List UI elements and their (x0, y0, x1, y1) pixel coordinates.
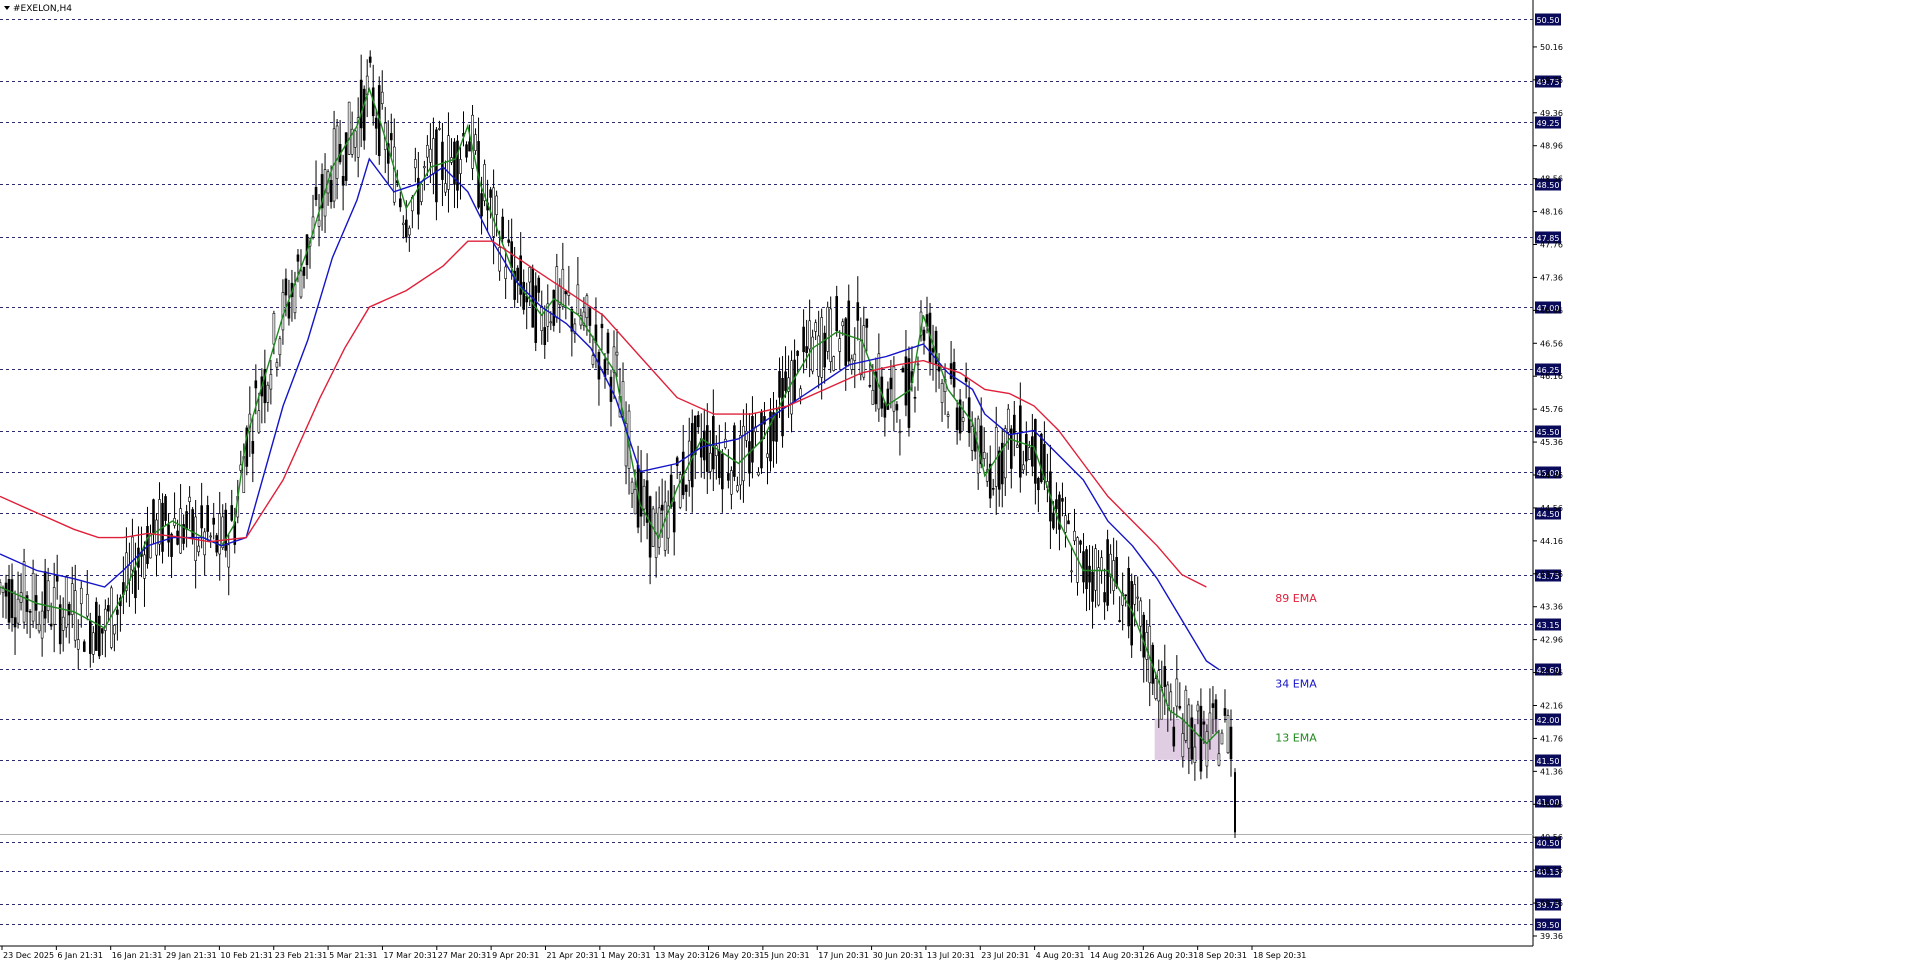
ema-label: 13 EMA (1275, 732, 1317, 745)
y-tick-label: 40.56 (1540, 833, 1563, 842)
level-price-box: 50.50 (1535, 13, 1561, 26)
x-tick-label: 27 Mar 20:31 (438, 951, 491, 960)
x-tick-label: 5 Mar 21:31 (329, 951, 377, 960)
y-tick-label: 39.36 (1540, 932, 1563, 941)
level-price-box: 45.50 (1535, 425, 1561, 438)
y-tick-label: 42.16 (1540, 702, 1563, 711)
candle (362, 85, 366, 150)
y-tick-label: 46.16 (1540, 372, 1563, 381)
y-tick-label: 45.76 (1540, 405, 1563, 414)
y-tick-label: 49.76 (1540, 76, 1563, 85)
candle (832, 355, 836, 372)
svg-text:42.00: 42.00 (1537, 716, 1560, 725)
level-price-box: 49.25 (1535, 116, 1561, 129)
candle (1127, 556, 1130, 639)
candle (1130, 573, 1133, 658)
candle (1226, 709, 1230, 754)
y-tick-label: 40.16 (1540, 866, 1563, 875)
chart-canvas[interactable]: 50.5049.7549.2548.5047.8547.0046.2545.50… (0, 0, 1916, 963)
y-tick-label: 43.76 (1540, 570, 1563, 579)
x-tick-label: 30 Jun 20:31 (873, 951, 924, 960)
candle (826, 301, 829, 360)
y-tick-label: 47.76 (1540, 241, 1563, 250)
x-tick-label: 23 Feb 21:31 (275, 951, 327, 960)
x-tick-label: 18 Sep 20:31 (1253, 951, 1306, 960)
symbol-title: #EXELON,H4 (13, 4, 72, 14)
candle (164, 493, 167, 526)
candle (347, 101, 351, 155)
y-tick-label: 43.36 (1540, 603, 1563, 612)
svg-text:49.25: 49.25 (1537, 119, 1560, 128)
x-tick-label: 14 Aug 20:31 (1090, 951, 1144, 960)
y-tick-label: 44.96 (1540, 471, 1563, 480)
candle (531, 264, 535, 328)
y-tick-label: 47.36 (1540, 273, 1563, 282)
y-tick-label: 39.76 (1540, 899, 1563, 908)
level-price-box: 42.00 (1535, 713, 1561, 726)
svg-text:45.50: 45.50 (1537, 428, 1560, 437)
x-tick-label: 21 Apr 20:31 (546, 951, 598, 960)
x-tick-label: 23 Dec 2025 (3, 951, 54, 960)
y-tick-label: 45.36 (1540, 438, 1563, 447)
candle (1184, 685, 1188, 744)
candle (1234, 768, 1236, 839)
y-tick-label: 46.96 (1540, 306, 1563, 315)
svg-text:39.50: 39.50 (1537, 921, 1560, 930)
y-tick-label: 44.56 (1540, 504, 1563, 513)
y-tick-label: 48.56 (1540, 175, 1563, 184)
y-tick-label: 48.16 (1540, 208, 1563, 217)
y-tick-label: 49.36 (1540, 109, 1563, 118)
y-tick-label: 41.36 (1540, 767, 1563, 776)
price-chart[interactable]: 50.50 49.75 49.25 48.50 47.85 47.00 46.25 45.50… (0, 0, 1916, 963)
x-tick-label: 9 Apr 20:31 (492, 951, 539, 960)
y-tick-label: 41.76 (1540, 734, 1563, 743)
svg-text:50.50: 50.50 (1537, 16, 1560, 25)
x-tick-label: 16 Jan 21:31 (112, 951, 163, 960)
candle (678, 471, 682, 510)
y-tick-label: 42.96 (1540, 636, 1563, 645)
x-tick-label: 1 May 20:31 (601, 951, 651, 960)
x-tick-label: 26 May 20:31 (710, 951, 765, 960)
x-tick-label: 29 Jan 21:31 (166, 951, 217, 960)
candle (1040, 432, 1043, 484)
y-tick-label: 46.56 (1540, 339, 1563, 348)
x-tick-label: 4 Aug 20:31 (1036, 951, 1085, 960)
chart-title[interactable]: #EXELON,H4 (4, 4, 72, 14)
ema-label: 89 EMA (1275, 592, 1317, 605)
x-tick-label: 5 Jun 20:31 (764, 951, 810, 960)
x-tick-label: 13 Jul 20:31 (927, 951, 975, 960)
x-tick-label: 17 Mar 20:31 (383, 951, 436, 960)
y-tick-label: 40.96 (1540, 800, 1563, 809)
x-tick-label: 17 Jun 20:31 (818, 951, 869, 960)
candle (733, 422, 736, 482)
y-tick-label: 50.16 (1540, 43, 1563, 52)
svg-text:43.15: 43.15 (1537, 621, 1560, 630)
svg-text:41.50: 41.50 (1537, 757, 1560, 766)
level-price-box: 43.15 (1535, 618, 1561, 631)
candle (420, 182, 423, 206)
level-price-box: 39.50 (1535, 918, 1561, 931)
candle (552, 289, 556, 332)
y-tick-label: 42.56 (1540, 669, 1563, 678)
x-tick-label: 23 Jul 20:31 (981, 951, 1029, 960)
candle (344, 132, 348, 186)
candle (224, 502, 228, 558)
ema-label: 34 EMA (1275, 677, 1317, 690)
y-tick-label: 48.96 (1540, 142, 1563, 151)
x-tick-label: 26 Aug 20:31 (1144, 951, 1198, 960)
x-tick-label: 13 May 20:31 (655, 951, 710, 960)
x-tick-label: 10 Feb 21:31 (220, 951, 272, 960)
x-tick-label: 6 Jan 21:31 (57, 951, 103, 960)
x-tick-label: 8 Sep 20:31 (1199, 951, 1247, 960)
y-tick-label: 44.16 (1540, 537, 1563, 546)
level-price-box: 41.50 (1535, 754, 1561, 767)
